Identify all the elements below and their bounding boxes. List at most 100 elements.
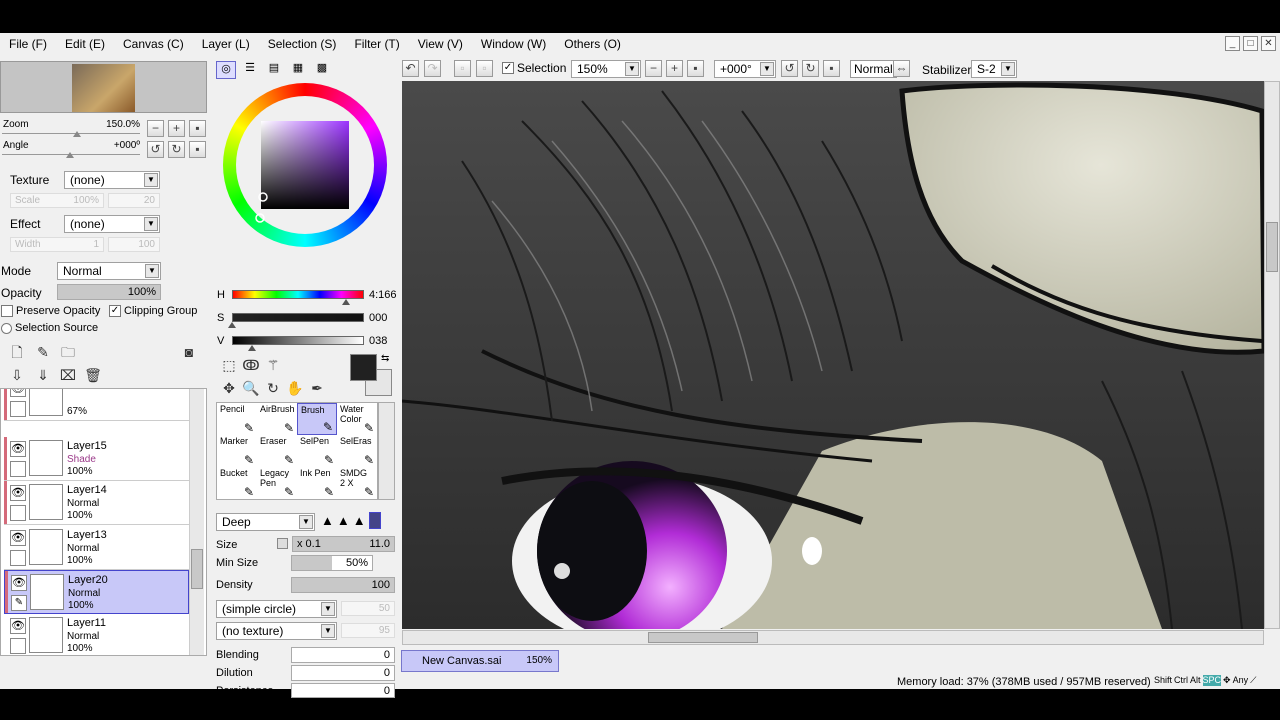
eye-icon[interactable]: 👁 xyxy=(10,441,26,457)
brush-slot[interactable]: Legacy Pen ✎ xyxy=(257,467,297,499)
clear-layer-icon[interactable]: ⌧ xyxy=(59,366,77,384)
density-slider[interactable]: 100 xyxy=(291,577,395,593)
layer-row[interactable]: 👁 Layer14 Normal 100% xyxy=(4,481,189,525)
lock-toggle[interactable] xyxy=(10,638,26,654)
brush-slot[interactable]: AirBrush ✎ xyxy=(257,403,297,435)
redo-icon[interactable]: ↷ xyxy=(424,60,441,77)
document-tab[interactable]: New Canvas.sai 150% xyxy=(401,650,559,672)
canvas-vscroll-thumb[interactable] xyxy=(1266,222,1278,272)
opacity-slider[interactable]: 100% xyxy=(57,284,161,300)
rotate-right-button[interactable]: ↻ xyxy=(168,141,185,158)
stabilizer-dropdown[interactable]: S-2 ▼ xyxy=(971,60,1017,78)
size-slider[interactable]: x 0.1 11.0 xyxy=(292,536,395,552)
layers-scroll-thumb[interactable] xyxy=(191,549,203,589)
brush-slot[interactable]: SMDG 2 X ✎ xyxy=(337,467,377,499)
menu-selection[interactable]: Selection (S) xyxy=(259,37,346,51)
brush-slot[interactable]: Ink Pen ✎ xyxy=(297,467,337,499)
menu-others[interactable]: Others (O) xyxy=(555,37,630,51)
brush-slot[interactable]: SelPen ✎ xyxy=(297,435,337,467)
menu-window[interactable]: Window (W) xyxy=(472,37,555,51)
eye-icon[interactable]: 👁 xyxy=(10,485,26,501)
eye-icon[interactable]: 👁 xyxy=(11,575,27,591)
canvas-zoom-out-icon[interactable]: − xyxy=(645,60,662,77)
brush-slot[interactable]: Marker ✎ xyxy=(217,435,257,467)
menu-file[interactable]: File (F) xyxy=(0,37,56,51)
canvas-rotate-left-icon[interactable]: ↺ xyxy=(781,60,798,77)
menu-layer[interactable]: Layer (L) xyxy=(193,37,259,51)
hue-slider-knob[interactable] xyxy=(341,299,350,305)
zoom-out-button[interactable]: − xyxy=(147,120,164,137)
menu-canvas[interactable]: Canvas (C) xyxy=(114,37,193,51)
texture-dropdown[interactable]: (none) ▼ xyxy=(64,171,160,189)
zoom-reset-button[interactable]: ▪ xyxy=(189,120,206,137)
canvas-zoom-dropdown[interactable]: 150% ▼ xyxy=(571,60,641,78)
canvas-rotate-right-icon[interactable]: ↻ xyxy=(802,60,819,77)
rgb-slider-tab-icon[interactable]: ☰ xyxy=(240,61,260,79)
eye-icon[interactable]: 👁 xyxy=(10,530,26,546)
preserve-opacity-checkbox[interactable]: Preserve Opacity xyxy=(1,305,100,317)
close-button[interactable]: ✕ xyxy=(1261,36,1276,51)
canvas-angle-dropdown[interactable]: +000° ▼ xyxy=(714,60,776,78)
lock-toggle[interactable] xyxy=(10,505,26,521)
zoom-slider[interactable]: Zoom 150.0% xyxy=(0,117,142,137)
lock-toggle[interactable] xyxy=(10,461,26,477)
delete-layer-icon[interactable]: 🗑 xyxy=(84,366,102,384)
layer-mask-icon[interactable]: ◙ xyxy=(180,343,198,361)
layer-row[interactable]: 👁 67% xyxy=(4,389,189,421)
eyedropper-icon[interactable]: ✒ xyxy=(308,379,326,397)
size-lock-icon[interactable] xyxy=(277,538,288,549)
blend-mode-dropdown[interactable]: Normal ▼ xyxy=(57,262,161,280)
canvas-artwork[interactable] xyxy=(402,81,1264,629)
layer-row[interactable]: 👁 Layer11 Normal 100% xyxy=(4,614,189,655)
scratchpad-tab-icon[interactable]: ▩ xyxy=(312,61,332,79)
minimize-button[interactable]: _ xyxy=(1225,36,1240,51)
canvas-zoom-reset-icon[interactable]: ▪ xyxy=(687,60,704,77)
undo-icon[interactable]: ↶ xyxy=(402,60,419,77)
hsv-slider-tab-icon[interactable]: ▤ xyxy=(264,61,284,79)
drawing-canvas[interactable] xyxy=(402,81,1264,629)
menu-edit[interactable]: Edit (E) xyxy=(56,37,114,51)
selection-source-checkbox[interactable]: Selection Source xyxy=(1,322,98,334)
primary-color-swatch[interactable] xyxy=(350,354,377,381)
color-wheel-tab-icon[interactable]: ◎ xyxy=(216,61,236,79)
brush-grid-scrollbar[interactable] xyxy=(378,402,395,500)
deselect-icon[interactable]: ▫ xyxy=(454,60,471,77)
invert-selection-icon[interactable]: ▫ xyxy=(476,60,493,77)
brush-slot[interactable]: Water Color ✎ xyxy=(337,403,377,435)
flip-canvas-icon[interactable]: ⇔ xyxy=(893,60,910,77)
canvas-hscroll-thumb[interactable] xyxy=(648,632,758,643)
lasso-icon[interactable]: ↂ xyxy=(242,356,260,374)
layers-scrollbar[interactable] xyxy=(189,389,204,655)
brush-slot[interactable]: Brush ✎ xyxy=(297,403,337,435)
new-linework-layer-icon[interactable]: ✎ xyxy=(34,343,52,361)
canvas-blend-mode[interactable]: Normal xyxy=(850,60,897,78)
menu-view[interactable]: View (V) xyxy=(409,37,472,51)
rotate-left-button[interactable]: ↺ xyxy=(147,141,164,158)
color-wheel[interactable] xyxy=(223,83,387,247)
menu-filter[interactable]: Filter (T) xyxy=(345,37,408,51)
pen-icon[interactable]: ✎ xyxy=(11,595,27,611)
magic-wand-icon[interactable]: ⚚ xyxy=(264,356,282,374)
brush-slot[interactable]: SelEras ✎ xyxy=(337,435,377,467)
clipping-group-checkbox[interactable]: ✓ Clipping Group xyxy=(109,305,197,317)
value-slider[interactable] xyxy=(232,336,364,345)
saturation-slider-knob[interactable] xyxy=(228,322,236,328)
hue-slider[interactable] xyxy=(232,290,364,299)
brush-texture-dropdown[interactable]: (no texture) ▼ xyxy=(216,622,337,640)
navigator-panel[interactable] xyxy=(0,61,207,113)
brush-slot[interactable]: Eraser ✎ xyxy=(257,435,297,467)
maximize-button[interactable]: □ xyxy=(1243,36,1258,51)
brush-slot[interactable]: Pencil ✎ xyxy=(217,403,257,435)
navigator-thumbnail[interactable] xyxy=(72,64,135,112)
show-selection-checkbox[interactable]: ✓ Selection xyxy=(502,61,566,75)
eye-icon[interactable]: 👁 xyxy=(10,618,26,634)
min-size-slider[interactable]: 50% xyxy=(291,555,373,571)
canvas-zoom-in-icon[interactable]: + xyxy=(666,60,683,77)
brush-slot[interactable]: Bucket ✎ xyxy=(217,467,257,499)
rotate-reset-button[interactable]: ▪ xyxy=(189,141,206,158)
new-layer-icon[interactable]: 🗋 xyxy=(8,343,26,361)
canvas-vertical-scrollbar[interactable] xyxy=(1264,81,1280,629)
effect-dropdown[interactable]: (none) ▼ xyxy=(64,215,160,233)
value-slider-knob[interactable] xyxy=(247,345,256,351)
blending-slider[interactable]: 0 xyxy=(291,647,395,663)
